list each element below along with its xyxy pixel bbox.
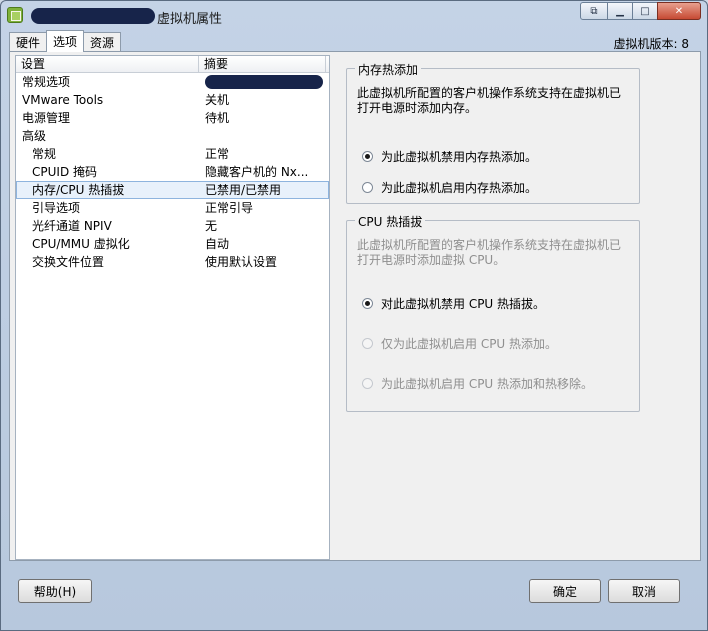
list-item-value: 已禁用/已禁用 bbox=[205, 183, 282, 197]
radio-enable-cpu-hotadd: 仅为此虚拟机启用 CPU 热添加。 bbox=[362, 335, 557, 352]
radio-button[interactable] bbox=[362, 151, 373, 162]
list-item-label: 高级 bbox=[22, 129, 47, 143]
list-item-label: CPU/MMU 虚拟化 bbox=[32, 237, 130, 251]
list-item-label: 常规选项 bbox=[22, 75, 71, 89]
settings-list: 设置 摘要 常规选项 VMware Tools 关机 电源管理 待机 高级 常规 bbox=[15, 55, 330, 560]
list-item-cpuid-mask[interactable]: CPUID 掩码 隐藏客户机的 Nx... bbox=[16, 163, 329, 181]
list-item-value: 正常引导 bbox=[205, 201, 254, 215]
radio-label: 为此虚拟机启用内存热添加。 bbox=[381, 181, 538, 195]
list-item-value: 使用默认设置 bbox=[205, 255, 278, 269]
radio-enable-memory-hotadd[interactable]: 为此虚拟机启用内存热添加。 bbox=[362, 179, 537, 196]
maximize-button[interactable]: □ bbox=[632, 2, 658, 20]
redacted-value bbox=[205, 74, 323, 89]
caption-buttons: ⧉ ▁ □ ✕ bbox=[580, 2, 701, 20]
restore-icon[interactable]: ⧉ bbox=[580, 2, 608, 20]
memory-hotadd-group: 内存热添加 此虚拟机所配置的客户机操作系统支持在虚拟机已打开电源时添加内存。 为… bbox=[346, 61, 640, 204]
vm-version-label: 虚拟机版本: 8 bbox=[613, 37, 690, 51]
radio-button[interactable] bbox=[362, 298, 373, 309]
cancel-button[interactable]: 取消 bbox=[608, 579, 680, 603]
radio-button[interactable] bbox=[362, 182, 373, 193]
window-title: 虚拟机属性 bbox=[157, 12, 223, 27]
list-item-label: 电源管理 bbox=[22, 111, 71, 125]
list-item-value: 正常 bbox=[205, 147, 230, 161]
tab-hardware[interactable]: 硬件 bbox=[9, 32, 48, 52]
list-item-label: VMware Tools bbox=[22, 93, 104, 107]
list-item-cpu-mmu-virtualization[interactable]: CPU/MMU 虚拟化 自动 bbox=[16, 235, 329, 253]
memory-hotadd-description: 此虚拟机所配置的客户机操作系统支持在虚拟机已打开电源时添加内存。 bbox=[357, 86, 622, 115]
options-panel: 设置 摘要 常规选项 VMware Tools 关机 电源管理 待机 高级 常规 bbox=[9, 51, 701, 561]
list-item-general-options[interactable]: 常规选项 bbox=[16, 73, 329, 91]
radio-label: 为此虚拟机禁用内存热添加。 bbox=[381, 150, 538, 164]
list-item-memory-cpu-hotplug[interactable]: 内存/CPU 热插拔 已禁用/已禁用 bbox=[16, 181, 329, 199]
cpu-hotplug-description: 此虚拟机所配置的客户机操作系统支持在虚拟机已打开电源时添加虚拟 CPU。 bbox=[357, 238, 622, 267]
list-header: 设置 摘要 bbox=[16, 56, 329, 73]
radio-label: 仅为此虚拟机启用 CPU 热添加。 bbox=[381, 337, 558, 351]
list-item-vmware-tools[interactable]: VMware Tools 关机 bbox=[16, 91, 329, 109]
group-title: 内存热添加 bbox=[355, 61, 422, 78]
list-item-value bbox=[199, 73, 324, 91]
ok-button[interactable]: 确定 bbox=[529, 579, 601, 603]
list-item-general[interactable]: 常规 正常 bbox=[16, 145, 329, 163]
column-header-setting[interactable]: 设置 bbox=[16, 56, 199, 72]
column-header-summary[interactable]: 摘要 bbox=[199, 56, 326, 72]
radio-label: 为此虚拟机启用 CPU 热添加和热移除。 bbox=[381, 377, 594, 391]
list-item-value: 无 bbox=[205, 219, 218, 233]
tab-resources[interactable]: 资源 bbox=[83, 32, 122, 52]
list-item-swapfile-location[interactable]: 交换文件位置 使用默认设置 bbox=[16, 253, 329, 271]
list-item-value: 关机 bbox=[205, 93, 230, 107]
tab-options[interactable]: 选项 bbox=[46, 30, 85, 52]
title-bar: 虚拟机属性 ⧉ ▁ □ ✕ bbox=[1, 1, 707, 29]
vm-icon bbox=[7, 7, 23, 23]
radio-button bbox=[362, 378, 373, 389]
list-item-label: 引导选项 bbox=[32, 201, 81, 215]
list-item-boot-options[interactable]: 引导选项 正常引导 bbox=[16, 199, 329, 217]
vm-properties-window: 虚拟机属性 ⧉ ▁ □ ✕ 硬件 选项 资源 虚拟机版本: 8 设置 摘要 常规… bbox=[0, 0, 708, 631]
list-item-label: CPUID 掩码 bbox=[32, 165, 97, 179]
radio-disable-cpu-hotplug[interactable]: 对此虚拟机禁用 CPU 热插拔。 bbox=[362, 295, 545, 312]
list-item-value: 隐藏客户机的 Nx... bbox=[205, 165, 309, 179]
radio-button bbox=[362, 338, 373, 349]
list-item-label: 常规 bbox=[32, 147, 57, 161]
radio-enable-cpu-hotadd-remove: 为此虚拟机启用 CPU 热添加和热移除。 bbox=[362, 375, 593, 392]
list-item-value bbox=[199, 127, 324, 145]
list-item-fibre-channel-npiv[interactable]: 光纤通道 NPIV 无 bbox=[16, 217, 329, 235]
list-item-advanced[interactable]: 高级 bbox=[16, 127, 329, 145]
list-item-value: 自动 bbox=[205, 237, 230, 251]
help-button[interactable]: 帮助(H) bbox=[18, 579, 92, 603]
tab-strip: 硬件 选项 资源 bbox=[9, 30, 122, 52]
list-item-label: 交换文件位置 bbox=[32, 255, 105, 269]
list-item-value: 待机 bbox=[205, 111, 230, 125]
minimize-button[interactable]: ▁ bbox=[607, 2, 633, 20]
close-button[interactable]: ✕ bbox=[657, 2, 701, 20]
radio-disable-memory-hotadd[interactable]: 为此虚拟机禁用内存热添加。 bbox=[362, 148, 537, 165]
list-item-label: 光纤通道 NPIV bbox=[32, 219, 112, 233]
list-item-label: 内存/CPU 热插拔 bbox=[32, 183, 125, 197]
redacted-vm-name bbox=[31, 8, 155, 24]
group-title: CPU 热插拔 bbox=[355, 213, 426, 230]
radio-label: 对此虚拟机禁用 CPU 热插拔。 bbox=[381, 297, 546, 311]
list-item-power-management[interactable]: 电源管理 待机 bbox=[16, 109, 329, 127]
cpu-hotplug-group: CPU 热插拔 此虚拟机所配置的客户机操作系统支持在虚拟机已打开电源时添加虚拟 … bbox=[346, 213, 640, 412]
